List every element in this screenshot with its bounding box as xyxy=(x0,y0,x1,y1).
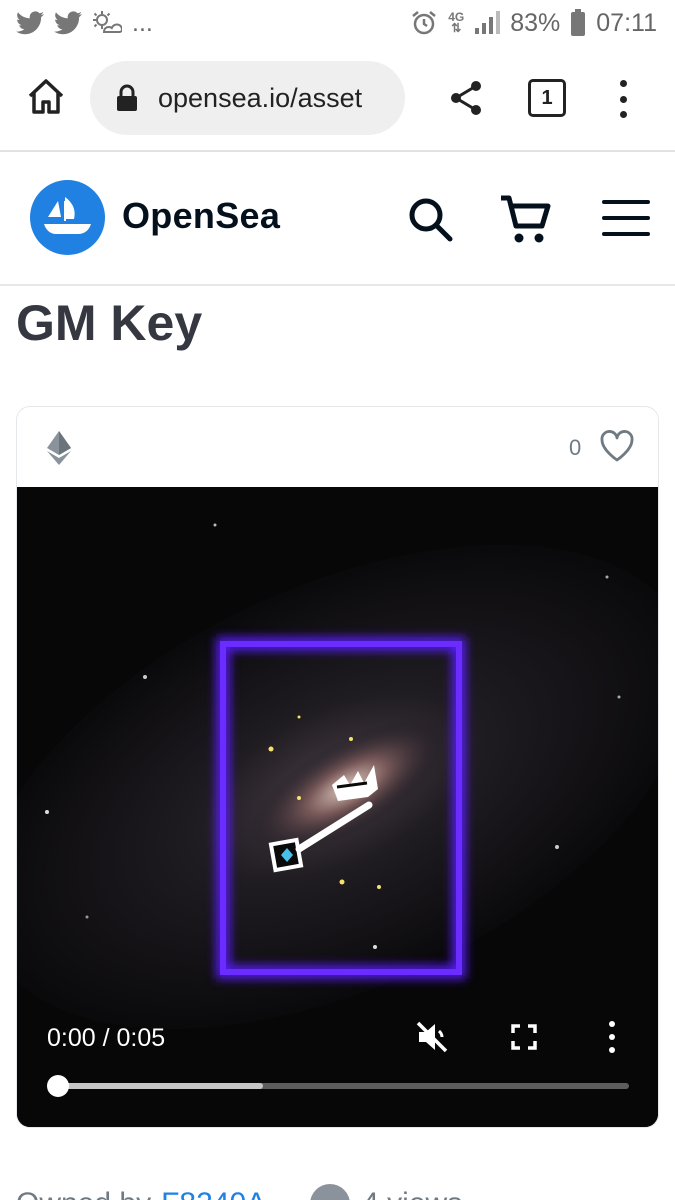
menu-dot xyxy=(609,1021,615,1027)
owner-link[interactable]: F8240A xyxy=(161,1187,266,1200)
share-icon xyxy=(451,81,481,115)
menu-line xyxy=(602,216,650,220)
notification-overflow: ... xyxy=(132,8,153,37)
owned-by-label: Owned by xyxy=(16,1187,151,1200)
video-buffer-fill xyxy=(57,1083,263,1089)
video-progress-bar[interactable] xyxy=(57,1083,629,1089)
cart-icon xyxy=(501,195,551,243)
mute-icon[interactable] xyxy=(415,1020,449,1054)
card-header: 0 xyxy=(17,407,658,487)
eye-icon xyxy=(310,1184,351,1200)
status-right: 4G ⇅ 83% 07:11 xyxy=(410,9,657,38)
video-player[interactable]: 0:00 / 0:05 xyxy=(17,487,658,1127)
weather-icon xyxy=(92,10,122,36)
lock-icon xyxy=(116,84,138,112)
browser-toolbar: opensea.io/asset 1 xyxy=(0,46,675,152)
menu-dot xyxy=(609,1047,615,1053)
hamburger-menu-button[interactable] xyxy=(602,200,650,236)
twitter-icon xyxy=(54,11,82,35)
home-icon xyxy=(28,79,64,114)
search-button[interactable] xyxy=(405,194,457,246)
tab-switcher-button[interactable]: 1 xyxy=(528,79,566,117)
battery-percent: 83% xyxy=(510,8,561,37)
video-time: 0:00 / 0:05 xyxy=(47,1024,166,1052)
menu-dot xyxy=(609,1034,615,1040)
clock: 07:11 xyxy=(596,8,657,37)
asset-card: 0 0:00 / 0:05 xyxy=(16,406,659,1128)
opensea-logo[interactable] xyxy=(30,180,105,255)
brand-name[interactable]: OpenSea xyxy=(122,195,280,237)
favorite-count: 0 xyxy=(569,435,582,460)
alarm-icon xyxy=(410,9,438,37)
menu-dot xyxy=(619,111,627,118)
menu-line xyxy=(602,232,650,236)
home-button[interactable] xyxy=(24,74,68,118)
signal-icon xyxy=(474,11,501,35)
battery-icon xyxy=(570,9,586,37)
video-scrubber-thumb[interactable] xyxy=(47,1075,69,1097)
site-header: OpenSea xyxy=(0,152,675,286)
status-left: ... xyxy=(16,9,153,38)
ethereum-icon xyxy=(47,431,71,465)
cart-button[interactable] xyxy=(498,192,554,248)
view-count: 4 views xyxy=(362,1187,462,1200)
search-icon xyxy=(409,198,453,242)
twitter-icon xyxy=(16,11,44,35)
browser-menu-button[interactable] xyxy=(606,78,640,120)
ship-icon xyxy=(43,196,91,234)
fullscreen-icon[interactable] xyxy=(511,1024,537,1050)
status-bar: ... 4G ⇅ 83% 07:11 xyxy=(0,0,675,46)
share-button[interactable] xyxy=(444,76,488,120)
menu-line xyxy=(602,200,650,204)
menu-dot xyxy=(619,95,627,103)
network-type: 4G ⇅ xyxy=(448,10,465,35)
heart-icon[interactable] xyxy=(599,429,635,463)
screen: ... 4G ⇅ 83% 07:11 opensea.io/asset 1 Op… xyxy=(0,0,675,1200)
address-bar[interactable]: opensea.io/asset xyxy=(90,61,405,135)
video-more-button[interactable] xyxy=(607,1021,617,1053)
url-text: opensea.io/asset xyxy=(158,82,363,113)
menu-dot xyxy=(619,80,627,87)
asset-title: GM Key xyxy=(16,295,203,351)
owner-row: Owned by F8240A 4 views xyxy=(16,1184,462,1200)
network-label: 4G xyxy=(448,10,465,24)
